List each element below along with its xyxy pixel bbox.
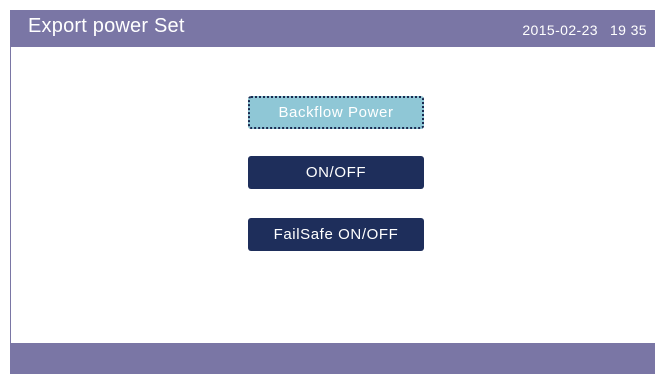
date-text: 2015-02-23 [522, 22, 598, 38]
time-text: 19 35 [609, 22, 647, 38]
menu-area [10, 47, 655, 343]
datetime-display: 2015-02-23 19 35 [522, 22, 647, 38]
header-bar: Export power Set 2015-02-23 19 35 [10, 10, 655, 47]
footer-bar [10, 343, 655, 374]
backflow-power-button[interactable]: Backflow Power [248, 96, 424, 129]
page-title: Export power Set [28, 15, 185, 37]
on-off-button[interactable]: ON/OFF [248, 156, 424, 189]
failsafe-on-off-button[interactable]: FailSafe ON/OFF [248, 218, 424, 251]
inverter-screen: Export power Set 2015-02-23 19 35 Backflo… [0, 0, 655, 374]
